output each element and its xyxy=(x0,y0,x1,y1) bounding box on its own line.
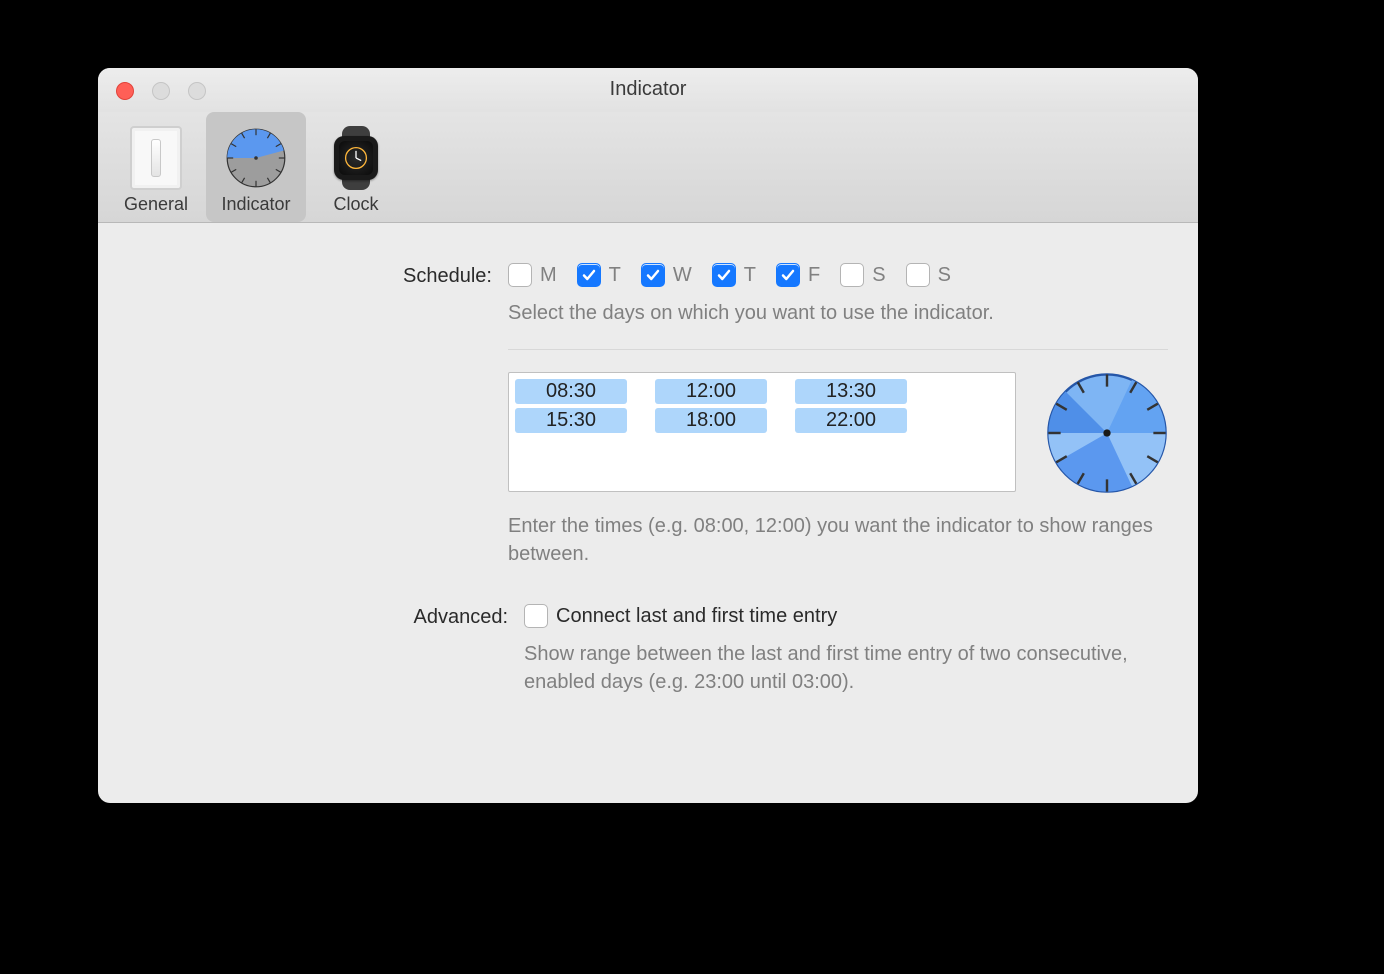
day-checkbox-4[interactable]: F xyxy=(776,263,820,287)
day-checkbox-1[interactable]: T xyxy=(577,263,621,287)
toolbar-tab-clock[interactable]: Clock xyxy=(306,112,406,222)
day-letter: F xyxy=(808,264,820,287)
times-input[interactable]: 08:30 12:00 13:30 15:30 18:00 22:00 xyxy=(508,372,1016,492)
watch-icon xyxy=(324,126,388,190)
advanced-label: Advanced: xyxy=(128,604,524,696)
day-checkbox-0[interactable]: M xyxy=(508,263,557,287)
clock-preview-icon xyxy=(1046,372,1168,500)
time-chip[interactable]: 12:00 xyxy=(655,379,767,404)
content-area: Schedule: M T W T F S S Select the days on whi… xyxy=(98,223,1198,740)
connect-checkbox-row[interactable]: Connect last and first time entry xyxy=(524,604,1168,628)
switch-icon xyxy=(124,126,188,190)
day-checkbox-3[interactable]: T xyxy=(712,263,756,287)
schedule-label: Schedule: xyxy=(128,263,508,568)
time-chip[interactable]: 08:30 xyxy=(515,379,627,404)
time-chip[interactable]: 18:00 xyxy=(655,408,767,433)
preferences-window: Indicator General xyxy=(98,68,1198,803)
connect-checkbox-label: Connect last and first time entry xyxy=(556,605,837,628)
day-letter: W xyxy=(673,264,692,287)
day-letter: M xyxy=(540,264,557,287)
day-letter: T xyxy=(609,264,621,287)
schedule-row: Schedule: M T W T F S S Select the days on whi… xyxy=(128,263,1168,568)
titlebar: Indicator xyxy=(98,68,1198,112)
checkbox[interactable] xyxy=(776,263,800,287)
day-letter: S xyxy=(872,264,885,287)
window-title: Indicator xyxy=(98,78,1198,101)
day-letter: S xyxy=(938,264,951,287)
times-row: 08:30 12:00 13:30 15:30 18:00 22:00 xyxy=(508,372,1168,500)
checkbox[interactable] xyxy=(508,263,532,287)
time-chip[interactable]: 15:30 xyxy=(515,408,627,433)
time-chip[interactable]: 13:30 xyxy=(795,379,907,404)
toolbar-tab-general[interactable]: General xyxy=(106,112,206,222)
toolbar-label: Clock xyxy=(333,194,378,215)
day-checkbox-6[interactable]: S xyxy=(906,263,951,287)
preferences-toolbar: General xyxy=(98,112,1198,223)
checkbox[interactable] xyxy=(906,263,930,287)
advanced-row: Advanced: Connect last and first time en… xyxy=(128,604,1168,696)
toolbar-label: Indicator xyxy=(221,194,290,215)
schedule-days: MTWTFSS xyxy=(508,263,1168,287)
day-checkbox-2[interactable]: W xyxy=(641,263,692,287)
indicator-icon xyxy=(224,126,288,190)
day-letter: T xyxy=(744,264,756,287)
checkbox[interactable] xyxy=(712,263,736,287)
connect-checkbox[interactable] xyxy=(524,604,548,628)
checkbox[interactable] xyxy=(840,263,864,287)
schedule-help: Select the days on which you want to use… xyxy=(508,299,1168,327)
toolbar-label: General xyxy=(124,194,188,215)
times-help: Enter the times (e.g. 08:00, 12:00) you … xyxy=(508,512,1168,568)
checkbox[interactable] xyxy=(641,263,665,287)
toolbar-tab-indicator[interactable]: Indicator xyxy=(206,112,306,222)
divider xyxy=(508,349,1168,350)
advanced-help: Show range between the last and first ti… xyxy=(524,640,1168,696)
checkbox[interactable] xyxy=(577,263,601,287)
day-checkbox-5[interactable]: S xyxy=(840,263,885,287)
time-chip[interactable]: 22:00 xyxy=(795,408,907,433)
